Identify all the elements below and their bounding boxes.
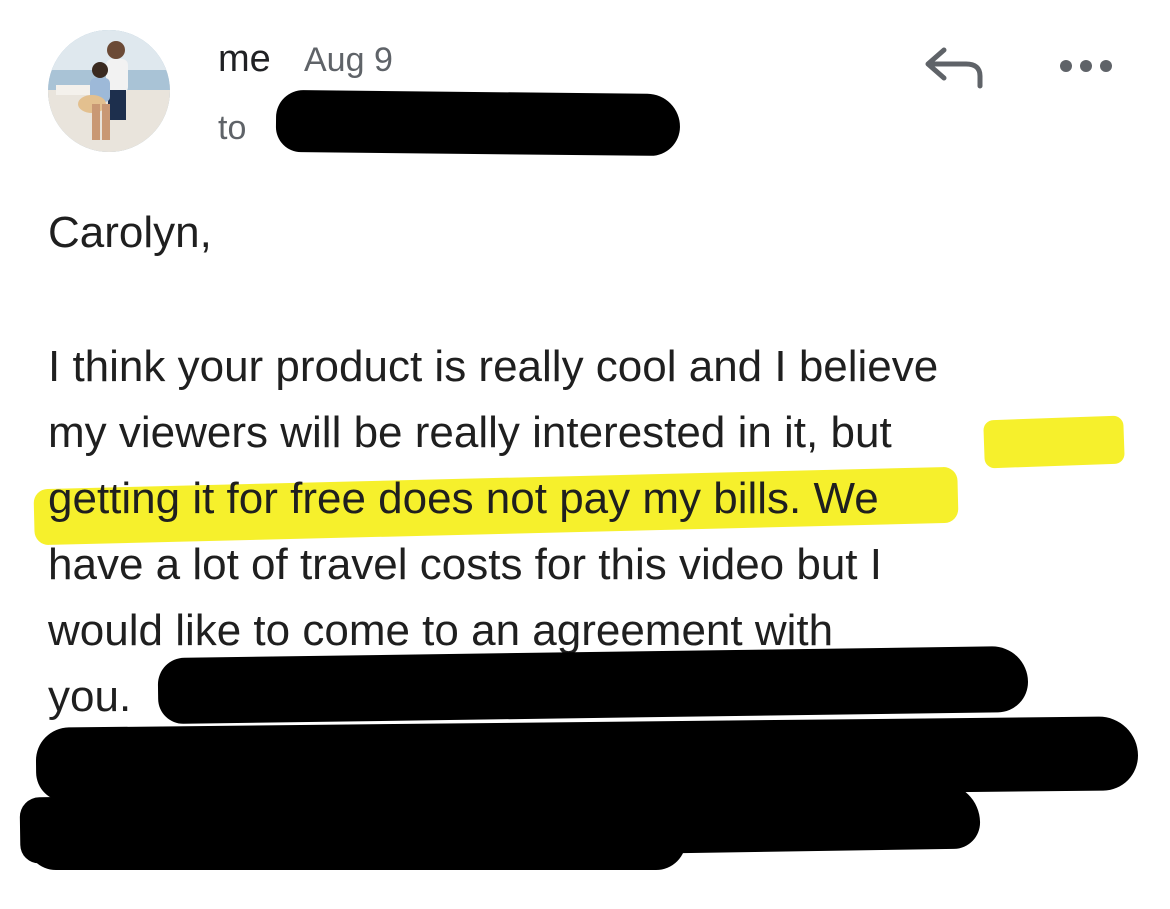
body-line: getting it for free does not pay my bill… <box>48 466 1138 532</box>
sender-name: me <box>218 38 271 80</box>
redaction-mark <box>157 645 1029 725</box>
message-date: Aug 9 <box>304 41 393 79</box>
body-text: my viewers will be really interested in … <box>48 408 819 457</box>
reply-button[interactable] <box>922 42 988 92</box>
body-line: my viewers will be really interested in … <box>48 400 1138 466</box>
avatar-photo <box>48 30 170 152</box>
body-text: . We <box>789 474 879 523</box>
redaction-mark <box>26 808 686 870</box>
message-greeting: Carolyn, <box>48 208 212 257</box>
recipient-redaction <box>275 89 681 157</box>
more-horizontal-icon <box>1060 60 1112 72</box>
highlighted-text: but <box>830 408 892 457</box>
avatar <box>48 30 170 152</box>
recipient-line[interactable]: to <box>218 108 256 148</box>
highlighted-text: getting it for free does not pay my bill… <box>48 474 790 523</box>
reply-arrow-icon <box>925 47 983 89</box>
more-options-button[interactable] <box>1054 46 1118 86</box>
body-line: have a lot of travel costs for this vide… <box>48 540 882 589</box>
body-line: I think your product is really cool and … <box>48 342 939 391</box>
to-label: to <box>218 109 247 147</box>
